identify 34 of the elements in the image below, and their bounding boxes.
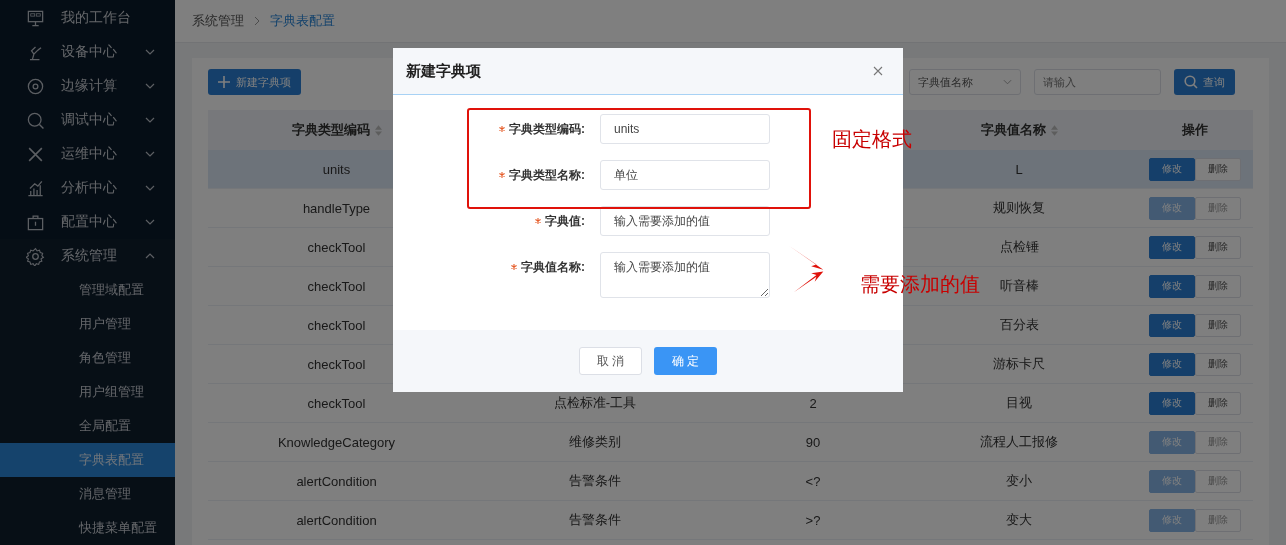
table-cell: 维修类别 <box>569 433 621 451</box>
table-cell: 规则恢复 <box>993 199 1045 217</box>
table-cell: checkTool <box>307 356 366 372</box>
table-cell: 变小 <box>1006 472 1032 490</box>
table-cell: handleType <box>302 200 371 216</box>
field-label: 字典类型编码: <box>509 120 585 138</box>
table-cell: <? <box>805 473 821 489</box>
table-cell: 百分表 <box>999 316 1039 334</box>
table-cell: alertCondition <box>296 473 377 489</box>
field-label: 字典值: <box>545 212 585 230</box>
table-cell: 点检锤 <box>999 238 1039 256</box>
table-cell: 2 <box>809 395 817 411</box>
table-cell: checkTool <box>307 395 366 411</box>
table-cell: 点检标准-工具 <box>553 394 637 412</box>
table-cell: 90 <box>805 434 821 450</box>
table-cell: checkTool <box>307 278 366 294</box>
table-cell: 游标卡尺 <box>993 355 1045 373</box>
table-cell: 目视 <box>1006 394 1032 412</box>
annotation-text: 固定格式 <box>832 127 912 152</box>
table-cell: checkTool <box>307 239 366 255</box>
table-cell: >? <box>805 512 821 528</box>
table-cell: alertCondition <box>296 512 377 528</box>
table-cell: 告警条件 <box>569 511 621 529</box>
table-cell: 告警条件 <box>569 472 621 490</box>
field-label: 字典类型名称: <box>509 166 585 184</box>
table-cell: 听音棒 <box>999 277 1039 295</box>
field-label: 字典值名称: <box>521 258 585 276</box>
table-cell: 流程人工报修 <box>980 433 1058 451</box>
table-cell: units <box>322 161 351 177</box>
table-cell: 变大 <box>1006 511 1032 529</box>
table-cell: L <box>1015 161 1023 177</box>
table-cell: KnowledgeCategory <box>277 434 396 450</box>
dialog-title: 新建字典项 <box>406 61 481 81</box>
table-cell: checkTool <box>307 317 366 333</box>
